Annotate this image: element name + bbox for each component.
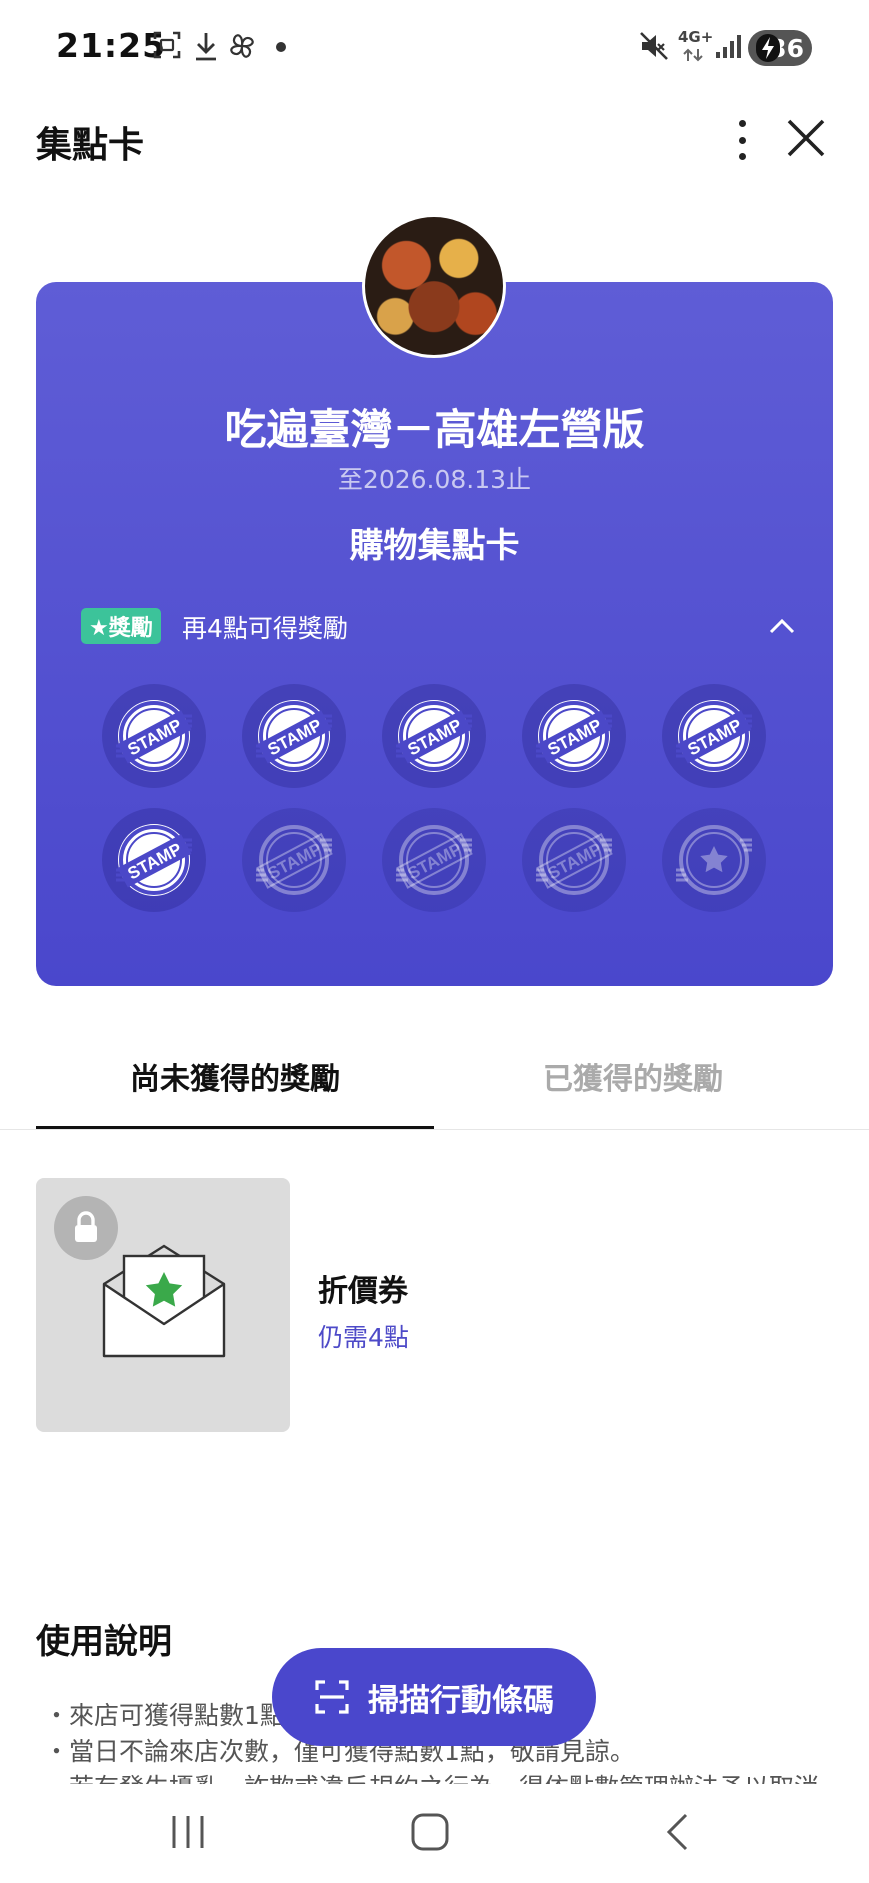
- page-title: 集點卡: [36, 125, 145, 166]
- status-time: 21:25: [56, 26, 167, 65]
- instructions-title: 使用說明: [36, 1622, 172, 1662]
- stamp-empty: STAMP: [382, 808, 486, 912]
- more-dot-icon: [738, 153, 746, 160]
- instruction-item: ・來店可獲得點數1點: [44, 1701, 285, 1730]
- back-icon[interactable]: [658, 1812, 698, 1852]
- store-name: 吃遍臺灣－高雄左營版: [224, 405, 645, 454]
- mute-icon: [640, 32, 668, 60]
- system-nav-bar: [0, 1786, 869, 1883]
- scan-button-label: 掃描行動條碼: [368, 1682, 554, 1719]
- stamp-collected: STAMP: [242, 684, 346, 788]
- scan-icon: [315, 1680, 349, 1714]
- stamp-collected: STAMP: [382, 684, 486, 788]
- instruction-item: ・若有發生擾亂、詐欺或違反規約之行為，得依點數管理辦法予以取消。: [44, 1768, 844, 1784]
- notification-dot-icon: [276, 42, 286, 52]
- battery-charging-icon: [756, 34, 780, 62]
- close-icon[interactable]: [784, 116, 828, 160]
- stamp-collected: STAMP: [102, 684, 206, 788]
- stamp-collected: STAMP: [662, 684, 766, 788]
- data-arrows-icon: [683, 48, 703, 62]
- stamp-empty: STAMP: [242, 808, 346, 912]
- recents-icon[interactable]: [168, 1812, 208, 1852]
- reward-name: 折價券: [318, 1274, 408, 1309]
- store-avatar: [362, 214, 506, 358]
- more-options-button[interactable]: [724, 114, 760, 166]
- more-dot-icon: [738, 136, 746, 144]
- download-icon: [196, 33, 216, 61]
- stamp-reward-slot: [662, 808, 766, 912]
- reward-thumbnail[interactable]: [36, 1178, 290, 1432]
- stamp-collected: STAMP: [522, 684, 626, 788]
- scan-barcode-button[interactable]: 掃描行動條碼: [272, 1648, 596, 1746]
- envelope-star-icon: [102, 1244, 226, 1358]
- reward-progress-text: 再4點可得獎勵: [182, 614, 348, 643]
- card-subtitle: 購物集點卡: [349, 526, 520, 566]
- expiry-date: 至2026.08.13止: [337, 465, 532, 494]
- pinwheel-icon: [230, 34, 254, 58]
- signal-icon: [716, 35, 741, 58]
- reward-points-needed: 仍需4點: [318, 1323, 409, 1352]
- chevron-up-icon[interactable]: [766, 610, 798, 642]
- instruction-text: 若有發生擾亂、詐欺或違反規約之行為，得依點數管理辦法予以取消。: [69, 1773, 844, 1784]
- network-type-label: 4G+: [678, 28, 714, 46]
- tab-divider: [0, 1129, 869, 1130]
- status-bar: 21:25 4G+ 36: [0, 0, 869, 96]
- stamp-collected: STAMP: [102, 808, 206, 912]
- battery-indicator: 36: [748, 30, 812, 66]
- tab-unearned-rewards[interactable]: 尚未獲得的獎勵: [36, 1054, 434, 1098]
- instruction-text: 來店可獲得點數1點: [69, 1701, 285, 1730]
- more-dot-icon: [738, 120, 746, 127]
- stamp-empty: STAMP: [522, 808, 626, 912]
- home-icon[interactable]: [410, 1812, 450, 1852]
- screenshot-icon: [153, 31, 181, 59]
- reward-badge: ★獎勵: [81, 608, 161, 644]
- tab-earned-rewards[interactable]: 已獲得的獎勵: [434, 1054, 832, 1098]
